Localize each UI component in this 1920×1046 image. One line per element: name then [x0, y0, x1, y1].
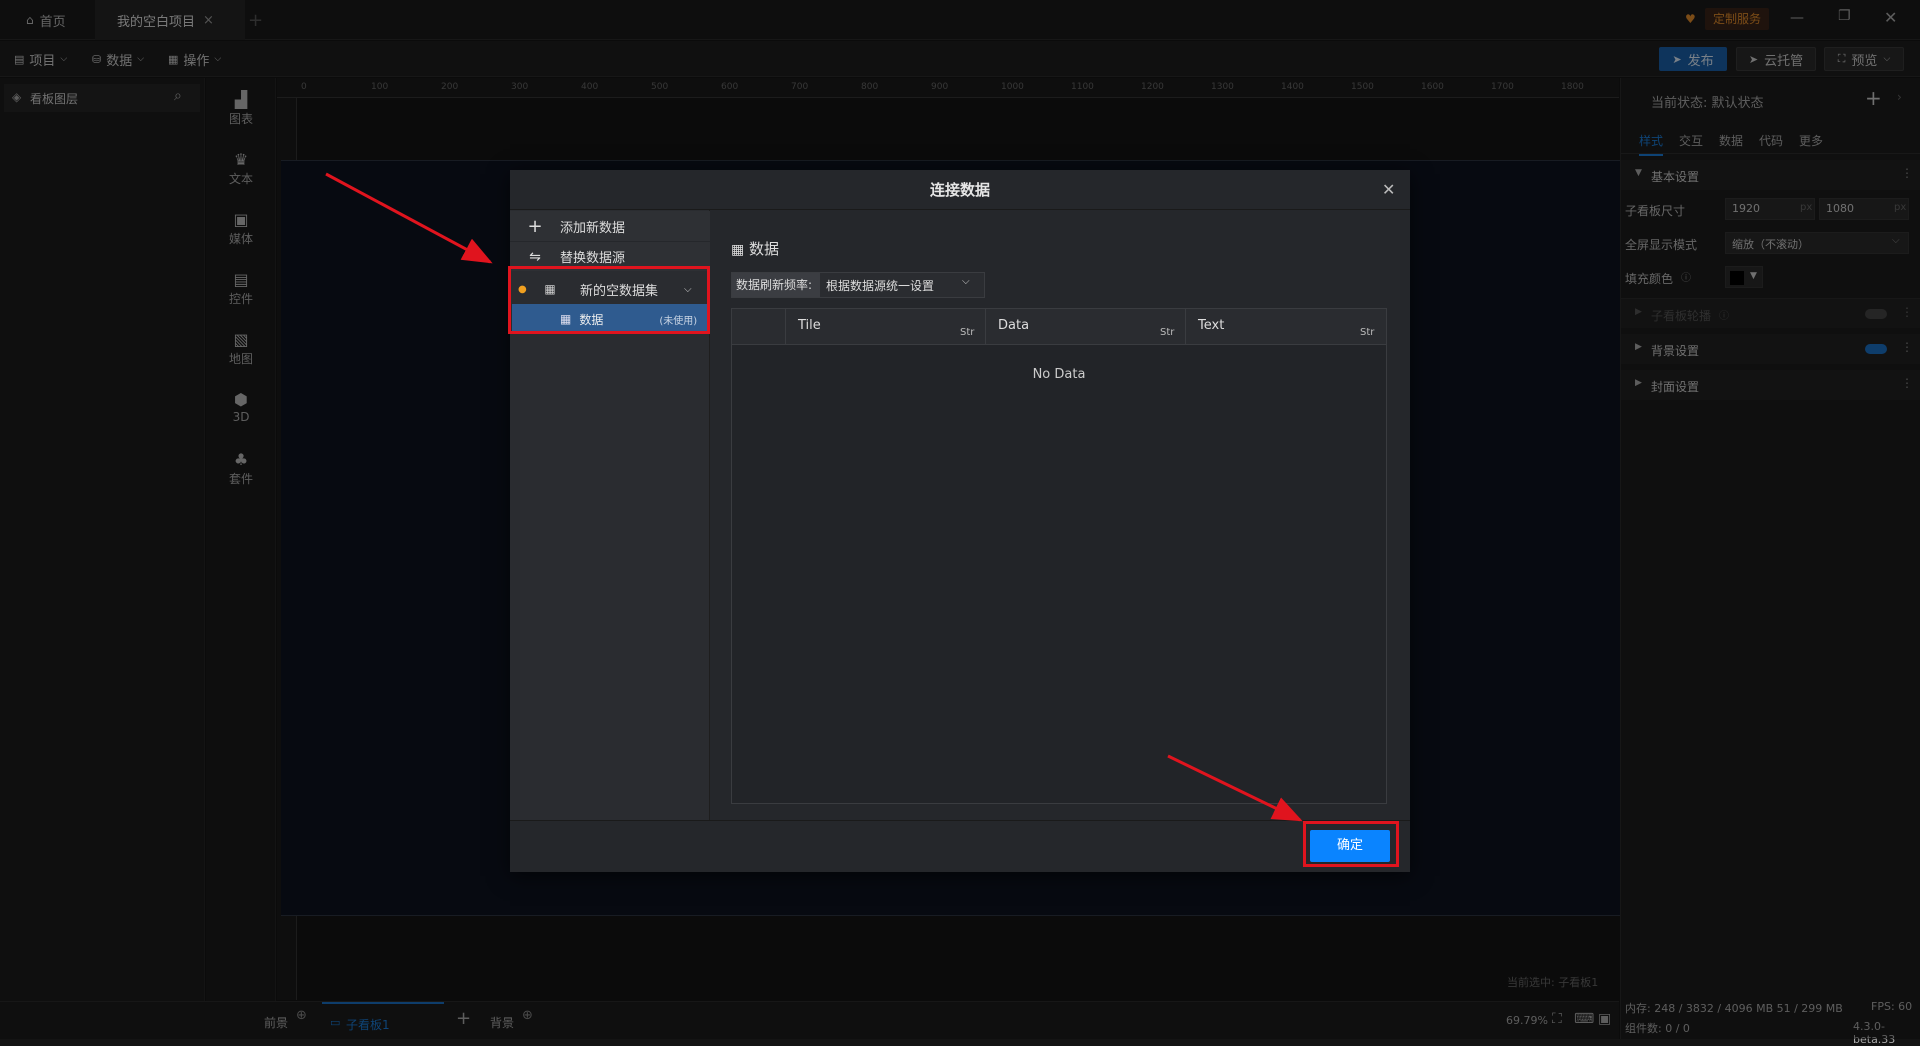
arrow-to-dataset — [325, 172, 493, 264]
annotation-arrows — [325, 172, 1303, 822]
arrow-to-confirm — [1167, 754, 1303, 822]
